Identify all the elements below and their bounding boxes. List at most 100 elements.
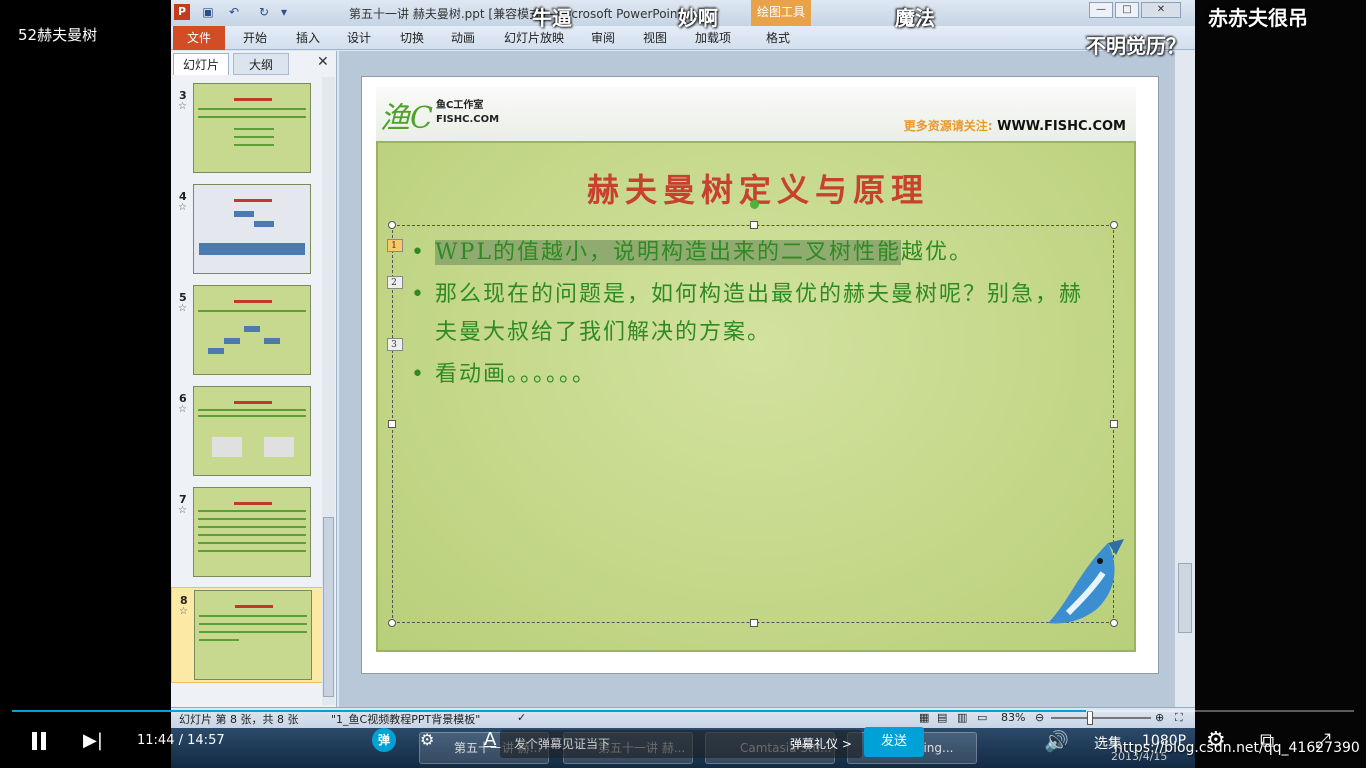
bullet-item[interactable]: 3 看动画。。。。。。: [387, 338, 1099, 394]
undo-icon[interactable]: ↶: [227, 5, 241, 19]
site-prefix: 更多资源请关注:: [903, 119, 993, 133]
resize-handle[interactable]: [750, 619, 758, 627]
slide-thumbnail-3[interactable]: 3 ☆: [171, 83, 323, 179]
window-buttons: — □ ✕: [1089, 2, 1181, 18]
scrollbar-thumb[interactable]: [323, 517, 334, 697]
editor-scrollbar[interactable]: [1175, 51, 1195, 707]
panel-scrollbar[interactable]: [322, 77, 335, 705]
redo-icon[interactable]: ↻: [257, 5, 271, 19]
resize-handle[interactable]: [388, 619, 396, 627]
time-display: 11:44 / 14:57: [137, 733, 225, 748]
powerpoint-logo-icon: P: [174, 4, 190, 20]
star-icon: ☆: [178, 202, 187, 213]
progress-bar[interactable]: [12, 710, 1354, 712]
tab-file[interactable]: 文件: [173, 26, 225, 50]
slide-thumbnail-7[interactable]: 7 ☆: [171, 487, 323, 583]
maximize-button[interactable]: □: [1115, 2, 1139, 18]
tab-home[interactable]: 开始: [243, 26, 267, 50]
rotate-handle[interactable]: [750, 200, 759, 209]
letterbox: [1195, 0, 1366, 768]
progress-played: [12, 710, 1086, 712]
thumbnail-image: [194, 590, 312, 680]
pause-button[interactable]: [28, 730, 50, 752]
tab-view[interactable]: 视图: [643, 26, 667, 50]
animation-tag[interactable]: 1: [387, 239, 403, 252]
thumbnail-image: [193, 487, 311, 577]
volume-icon[interactable]: 🔊: [1044, 729, 1069, 753]
resize-handle[interactable]: [388, 221, 396, 229]
bullet-text: 越优。: [901, 240, 974, 265]
close-button[interactable]: ✕: [1141, 2, 1181, 18]
current-time: 11:44: [137, 733, 175, 748]
minimize-button[interactable]: —: [1089, 2, 1113, 18]
animation-tag[interactable]: 3: [387, 338, 403, 351]
document-title: 第五十一讲 赫夫曼树.ppt [兼容模式] - Microsoft PowerP…: [349, 7, 683, 21]
bullet-text: 看动画。。。。。。: [435, 362, 597, 387]
pause-icon: [32, 732, 37, 750]
resize-handle[interactable]: [1110, 221, 1118, 229]
tab-slides[interactable]: 幻灯片: [173, 53, 229, 75]
star-icon: ☆: [178, 505, 187, 516]
danmaku-comment: 牛逼: [532, 6, 572, 30]
tab-outline[interactable]: 大纲: [233, 53, 289, 75]
resize-handle[interactable]: [1110, 420, 1118, 428]
resize-handle[interactable]: [750, 221, 758, 229]
thumbnail-image: [193, 285, 311, 375]
drawing-tools-tab[interactable]: 绘图工具: [751, 0, 811, 26]
slide-thumbnail-4[interactable]: 4 ☆: [171, 184, 323, 280]
slide-thumbnail-8[interactable]: 8 ☆: [171, 587, 323, 683]
thumbnail-image: [193, 386, 311, 476]
slide-header: 渔C 鱼C工作室 FISHC.COM 更多资源请关注: WWW.FISHC.CO…: [376, 87, 1136, 143]
slide-thumbnail-6[interactable]: 6 ☆: [171, 386, 323, 482]
content-textbox[interactable]: 1 WPL的值越小，说明构造出来的二叉树性能越优。 2 那么现在的问题是，如何构…: [387, 200, 1118, 627]
customize-toolbar-icon[interactable]: ▾: [277, 5, 291, 19]
fishc-logo: 渔C: [380, 101, 433, 136]
resize-handle[interactable]: [388, 420, 396, 428]
star-icon: ☆: [178, 404, 187, 415]
bullet-text: 那么现在的问题是，如何构造出最优的赫夫曼树呢？别急，赫夫曼大叔给了我们解决的方案…: [435, 282, 1084, 345]
shark-mascot-icon: [1048, 539, 1124, 624]
danmaku-comment: 魔法: [895, 6, 935, 30]
bullet-item[interactable]: 1 WPL的值越小，说明构造出来的二叉树性能越优。: [387, 234, 1099, 272]
tab-design[interactable]: 设计: [347, 26, 371, 50]
danmaku-settings-icon[interactable]: ⚙: [420, 730, 434, 749]
zoom-slider[interactable]: [1051, 717, 1151, 719]
animation-tag[interactable]: 2: [387, 276, 403, 289]
close-panel-icon[interactable]: ✕: [317, 54, 329, 70]
send-button[interactable]: 发送: [864, 727, 924, 757]
video-title: 52赫夫曼树: [18, 26, 98, 44]
next-episode-button[interactable]: ▶|: [83, 730, 103, 751]
site-url: WWW.FISHC.COM: [997, 119, 1126, 134]
tab-format[interactable]: 格式: [766, 26, 790, 50]
logo-name: 鱼C工作室: [436, 100, 484, 111]
slide-content: 渔C 鱼C工作室 FISHC.COM 更多资源请关注: WWW.FISHC.CO…: [376, 87, 1136, 652]
save-icon[interactable]: ▣: [201, 5, 215, 19]
tab-insert[interactable]: 插入: [296, 26, 320, 50]
watermark: https://blog.csdn.net/qq_41627390: [1114, 740, 1360, 756]
bullet-list: 1 WPL的值越小，说明构造出来的二叉树性能越优。 2 那么现在的问题是，如何构…: [387, 234, 1099, 394]
logo-site: FISHC.COM: [436, 114, 500, 125]
slides-panel: 幻灯片 大纲 ✕ 3 ☆ 4 ☆ 5 ☆ 6 ☆ 7 ☆ 8 ☆: [171, 51, 337, 707]
time-separator: /: [178, 733, 183, 748]
logo-text: 鱼C工作室 FISHC.COM: [436, 99, 499, 127]
tab-transitions[interactable]: 切换: [400, 26, 424, 50]
tab-review[interactable]: 审阅: [591, 26, 615, 50]
powerpoint-window: P ▣ ↶ ↻ ▾ 第五十一讲 赫夫曼树.ppt [兼容模式] - Micros…: [171, 0, 1195, 728]
tab-animations[interactable]: 动画: [451, 26, 475, 50]
panel-tabs: 幻灯片 大纲: [173, 53, 335, 75]
danmaku-comment: 不明觉历？: [1086, 34, 1186, 58]
bullet-item[interactable]: 2 那么现在的问题是，如何构造出最优的赫夫曼树呢？别急，赫夫曼大叔给了我们解决的…: [387, 276, 1099, 352]
scrollbar-thumb[interactable]: [1178, 563, 1192, 633]
danmaku-comment: 赤赤夫很吊: [1208, 6, 1308, 30]
danmaku-comment: 妙啊: [678, 6, 718, 30]
slide-canvas[interactable]: 渔C 鱼C工作室 FISHC.COM 更多资源请关注: WWW.FISHC.CO…: [361, 76, 1159, 674]
danmaku-placeholder: 发个弹幕见证当下: [514, 737, 611, 751]
total-time: 14:57: [187, 733, 225, 748]
pause-icon: [41, 732, 46, 750]
danmaku-etiquette-link[interactable]: 弹幕礼仪 >: [790, 735, 852, 752]
thumbnail-image: [193, 83, 311, 173]
danmaku-style-icon[interactable]: A: [484, 729, 496, 750]
danmaku-toggle-button[interactable]: 弹: [372, 728, 396, 752]
slide-thumbnail-5[interactable]: 5 ☆: [171, 285, 323, 381]
star-icon: ☆: [179, 606, 188, 617]
